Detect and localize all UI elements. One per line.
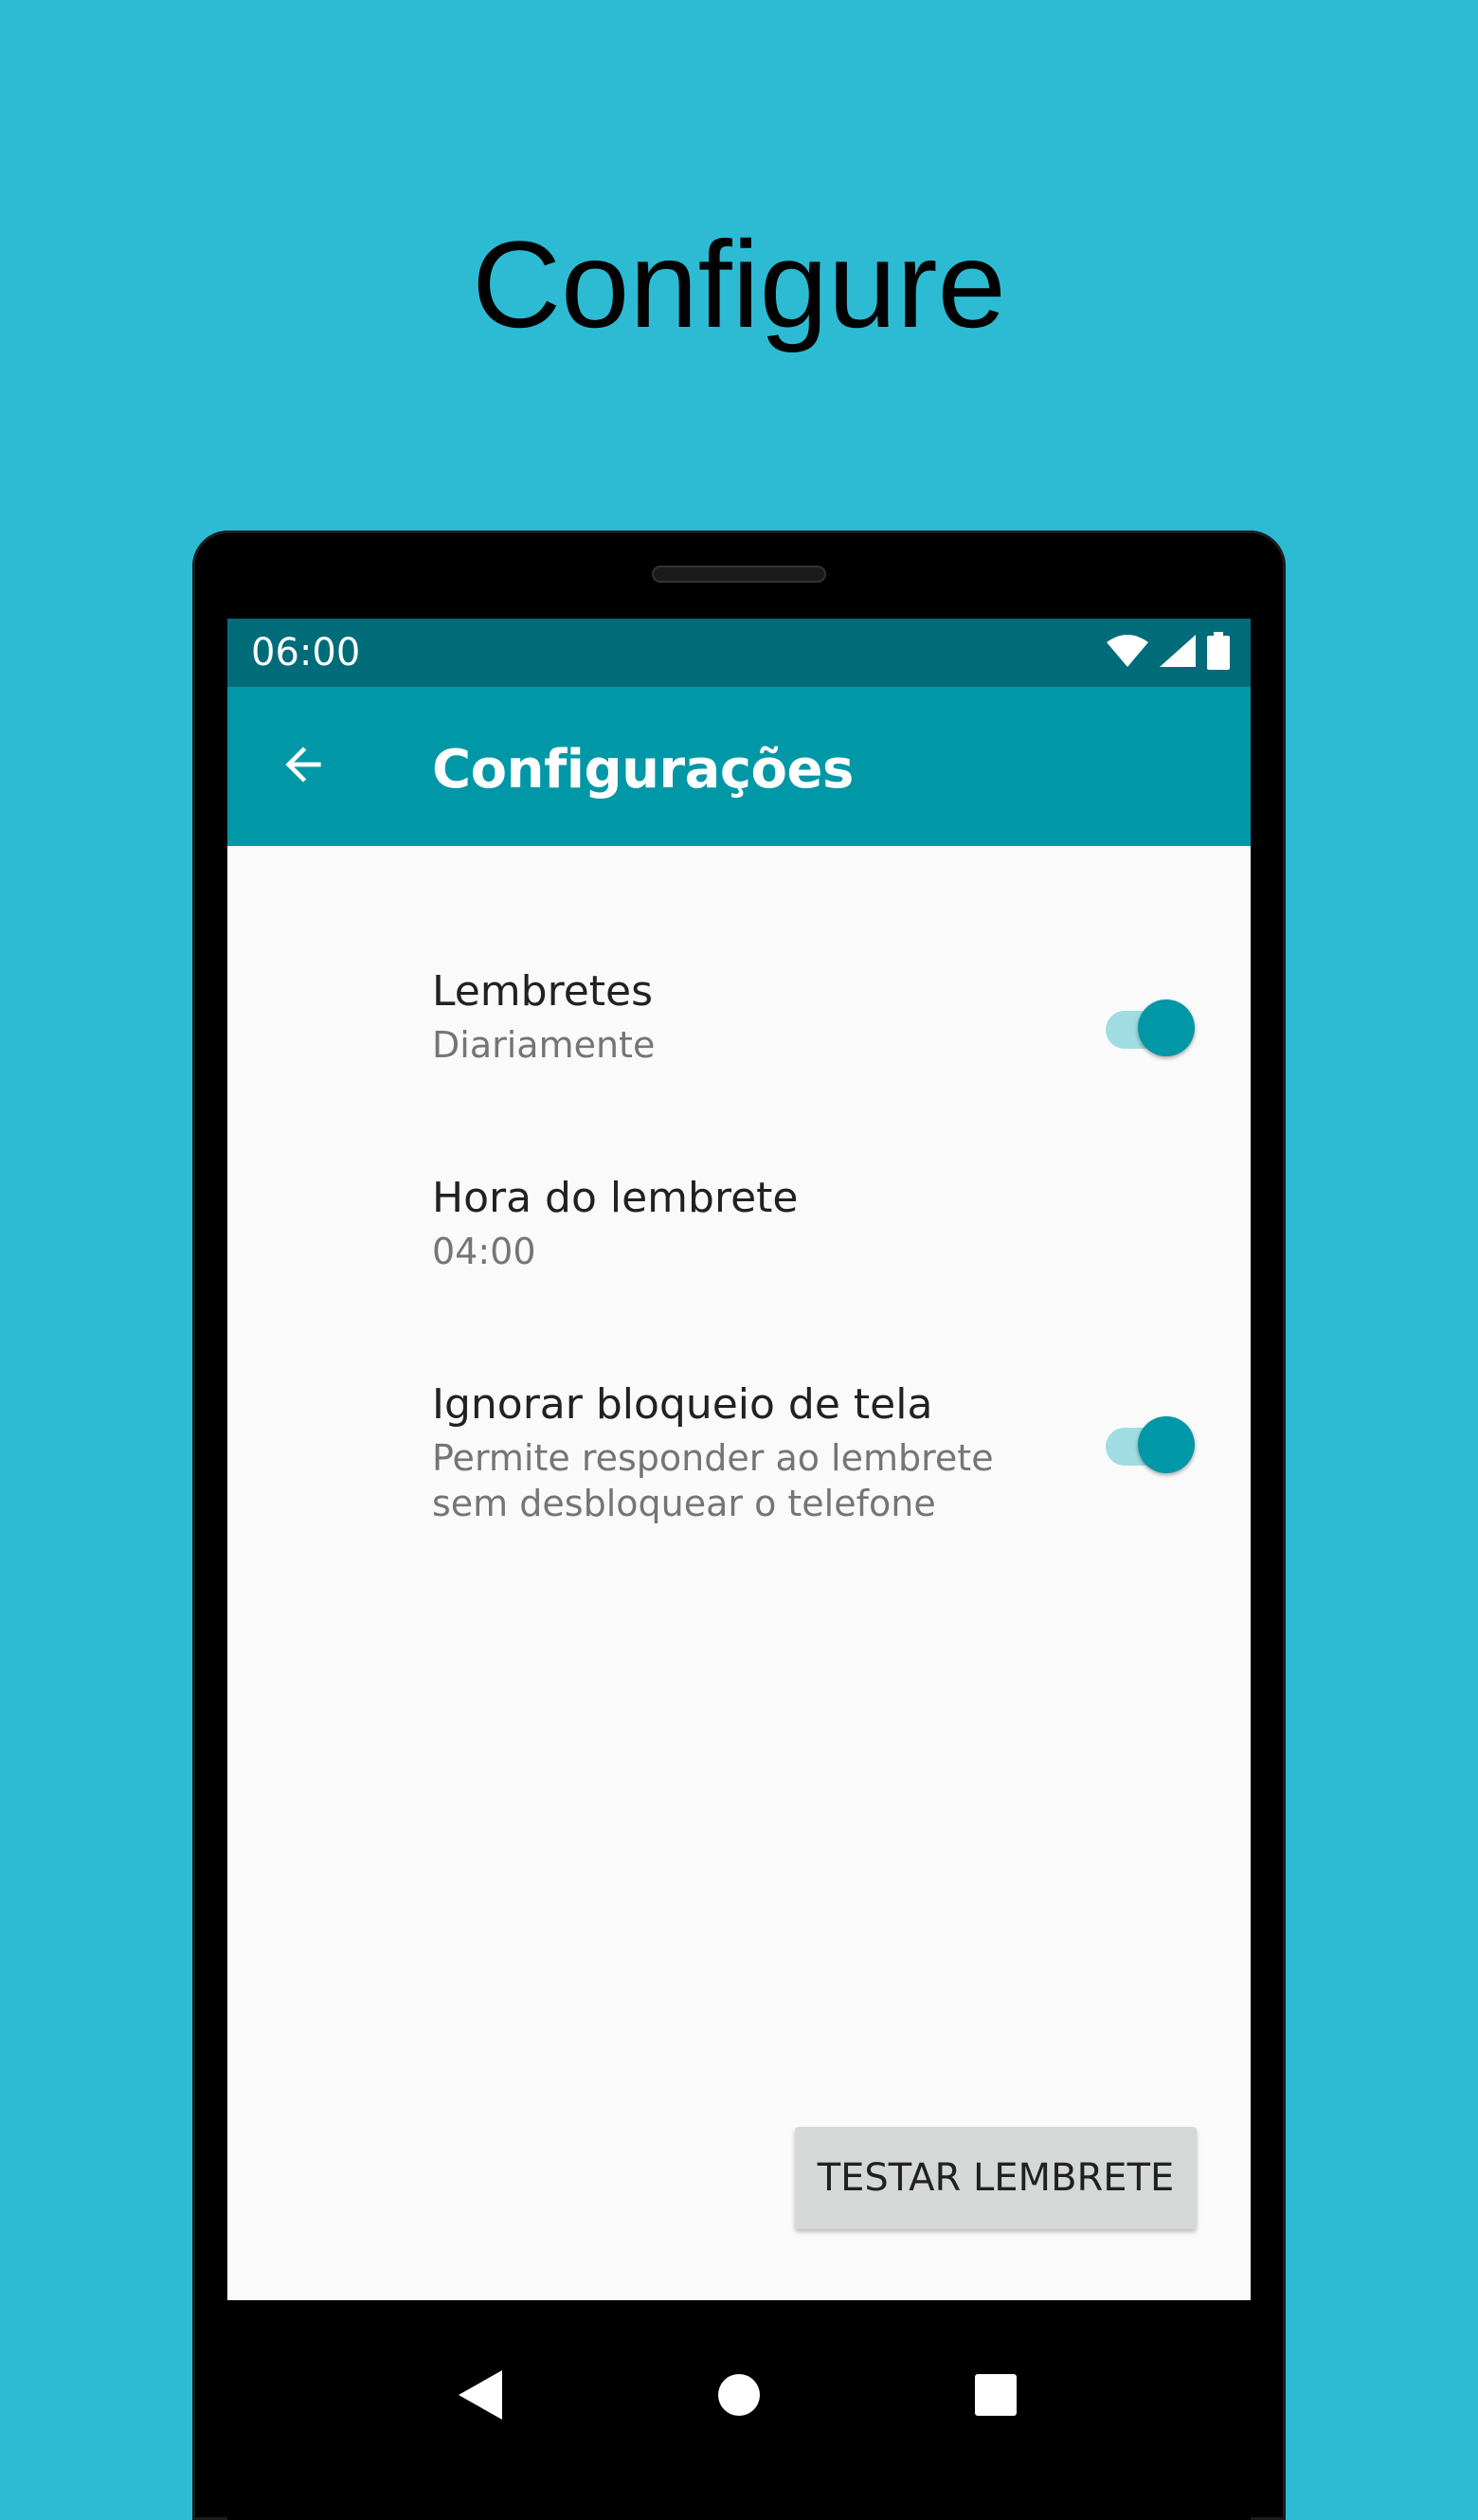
pref-reminder-time-title: Hora do lembrete bbox=[432, 1174, 799, 1222]
back-button[interactable] bbox=[265, 729, 341, 804]
phone-frame: 06:00 Configurações Lembretes Diariament… bbox=[192, 531, 1286, 2520]
nav-back-button[interactable] bbox=[442, 2359, 518, 2435]
app-bar: Configurações bbox=[227, 687, 1251, 846]
status-icons bbox=[1107, 631, 1230, 675]
navigation-bar bbox=[227, 2300, 1251, 2520]
status-time: 06:00 bbox=[251, 631, 361, 675]
reminders-switch[interactable] bbox=[1102, 998, 1197, 1058]
pref-reminders-title: Lembretes bbox=[432, 967, 654, 1016]
arrow-back-icon bbox=[277, 738, 330, 796]
pref-reminders-summary: Diariamente bbox=[432, 1024, 656, 1066]
pref-ignore-lock-summary-line2: sem desbloquear o telefone bbox=[432, 1483, 936, 1524]
nav-home-icon bbox=[718, 2373, 760, 2421]
signal-icon bbox=[1160, 634, 1196, 672]
status-bar: 06:00 bbox=[227, 619, 1251, 687]
phone-screen: 06:00 Configurações Lembretes Diariament… bbox=[227, 619, 1251, 2300]
test-reminder-button[interactable]: TESTAR LEMBRETE bbox=[795, 2127, 1197, 2229]
pref-ignore-lock-title: Ignorar bloqueio de tela bbox=[432, 1380, 933, 1429]
nav-recents-icon bbox=[975, 2373, 1017, 2421]
pref-reminder-time[interactable]: Hora do lembrete 04:00 bbox=[227, 1138, 1251, 1327]
ignore-lock-switch[interactable] bbox=[1102, 1414, 1197, 1475]
nav-back-icon bbox=[459, 2369, 502, 2424]
switch-thumb bbox=[1138, 999, 1195, 1056]
pref-ignore-lock[interactable]: Ignorar bloqueio de tela Permite respond… bbox=[227, 1344, 1251, 1572]
phone-speaker bbox=[652, 566, 826, 583]
battery-icon bbox=[1207, 631, 1230, 675]
promo-title: Configure bbox=[472, 215, 1006, 353]
nav-home-button[interactable] bbox=[701, 2359, 777, 2435]
switch-thumb bbox=[1138, 1416, 1195, 1473]
wifi-icon bbox=[1107, 634, 1148, 672]
pref-reminder-time-summary: 04:00 bbox=[432, 1231, 536, 1272]
pref-ignore-lock-summary-line1: Permite responder ao lembrete bbox=[432, 1437, 994, 1479]
nav-recents-button[interactable] bbox=[958, 2359, 1034, 2435]
app-title: Configurações bbox=[432, 739, 854, 801]
pref-reminders[interactable]: Lembretes Diariamente bbox=[227, 931, 1251, 1121]
